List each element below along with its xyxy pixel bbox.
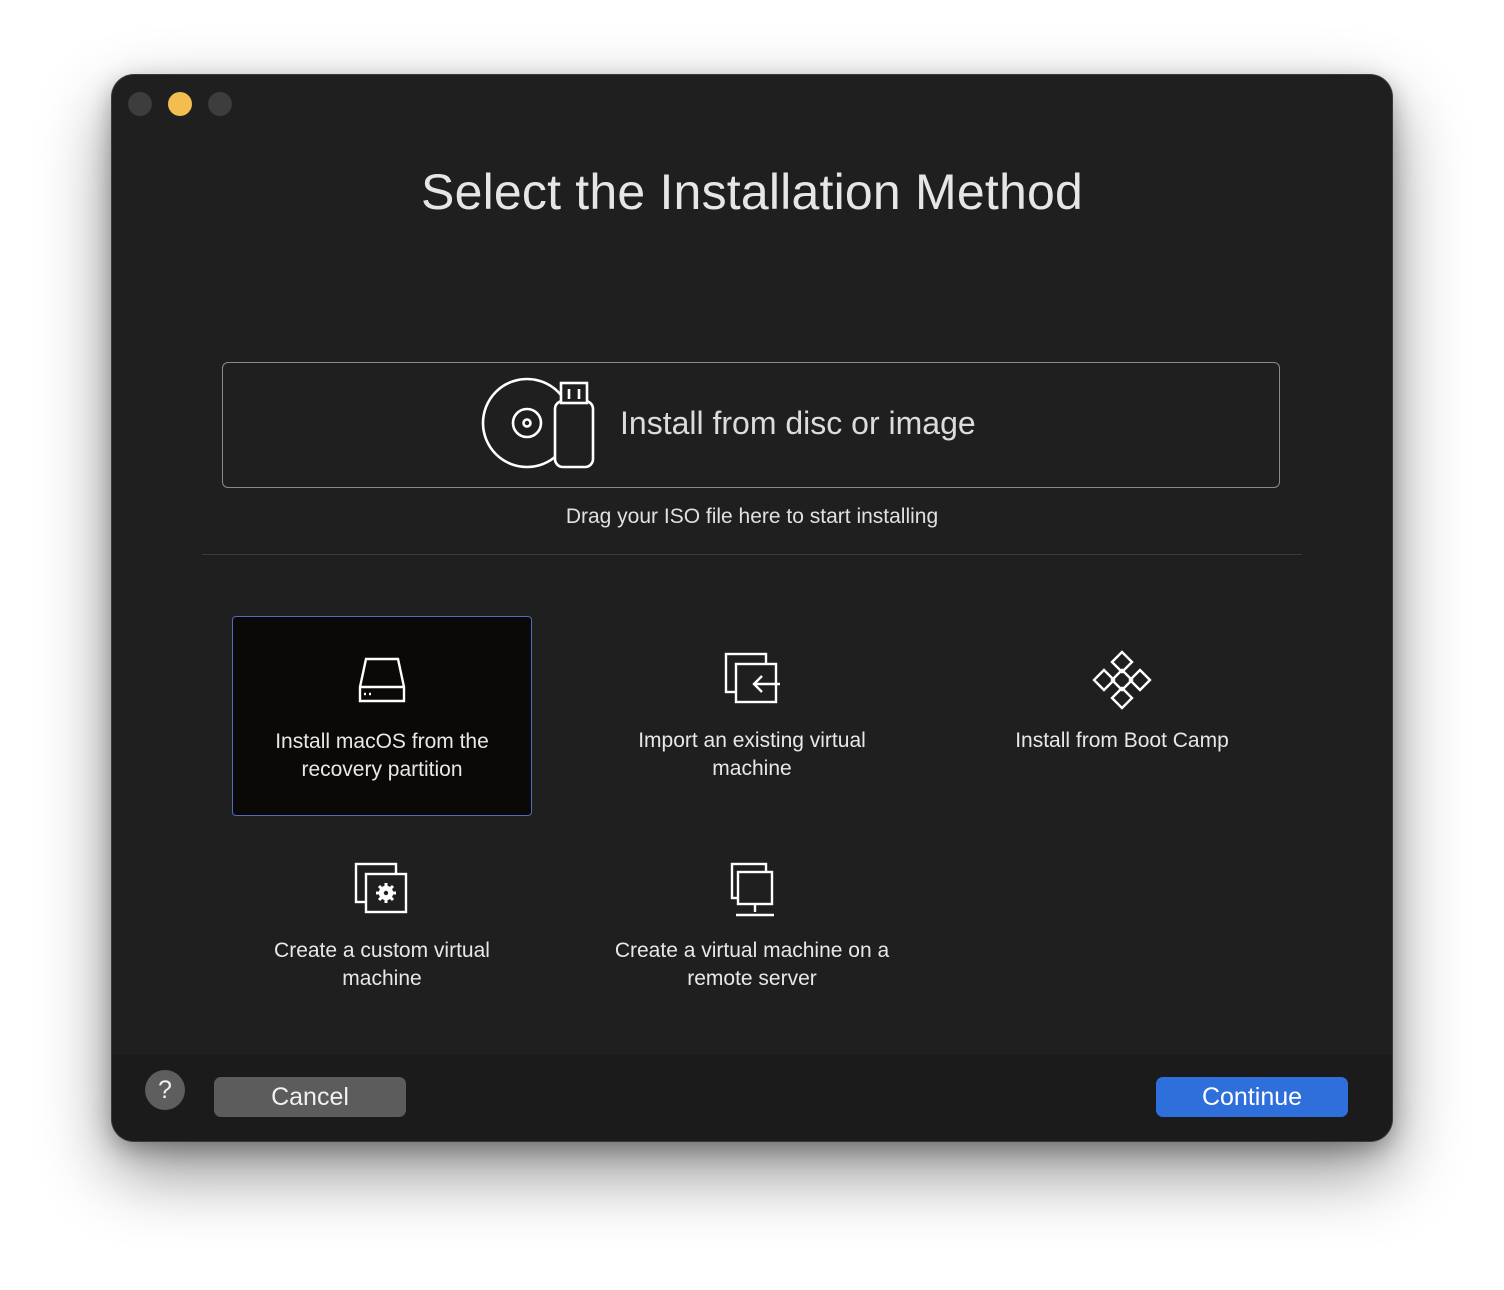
window-controls <box>128 92 232 116</box>
option-import-existing-vm[interactable]: Import an existing virtual machine <box>602 616 902 816</box>
disc-usb-icon <box>481 377 595 469</box>
page-title: Select the Installation Method <box>421 164 1083 220</box>
option-install-macos-recovery[interactable]: Install macOS from the recovery partitio… <box>232 616 532 816</box>
option-create-vm-remote-server[interactable]: Create a virtual machine on a remote ser… <box>582 826 922 1026</box>
option-label: Create a custom virtual machine <box>274 939 490 990</box>
close-window-button[interactable] <box>128 92 152 116</box>
option-label: Import an existing virtual machine <box>638 729 866 780</box>
section-divider <box>202 554 1302 555</box>
import-icon <box>724 652 780 704</box>
hard-drive-icon <box>358 657 406 703</box>
minimize-window-button[interactable] <box>168 92 192 116</box>
option-create-custom-vm[interactable]: Create a custom virtual machine <box>232 826 532 1026</box>
cancel-button[interactable]: Cancel <box>214 1077 406 1117</box>
remote-server-icon <box>730 862 774 917</box>
option-install-boot-camp[interactable]: Install from Boot Camp <box>972 616 1272 816</box>
zoom-window-button[interactable] <box>208 92 232 116</box>
dropzone-hint: Drag your ISO file here to start install… <box>565 505 939 528</box>
option-label: Install macOS from the recovery partitio… <box>275 730 489 781</box>
option-label: Create a virtual machine on a remote ser… <box>614 939 890 990</box>
custom-vm-icon <box>354 862 408 914</box>
install-from-disc-dropzone[interactable]: Install from disc or image <box>222 362 1280 488</box>
continue-button[interactable]: Continue <box>1156 1077 1348 1117</box>
help-button[interactable]: ? <box>145 1070 185 1110</box>
boot-camp-icon <box>1092 650 1152 710</box>
option-label: Install from Boot Camp <box>1015 729 1229 752</box>
installation-assistant-window: Select the Installation Method Install f… <box>112 75 1392 1141</box>
footer-bar: ? Cancel Continue <box>112 1055 1392 1141</box>
dropzone-label: Install from disc or image <box>620 405 976 441</box>
